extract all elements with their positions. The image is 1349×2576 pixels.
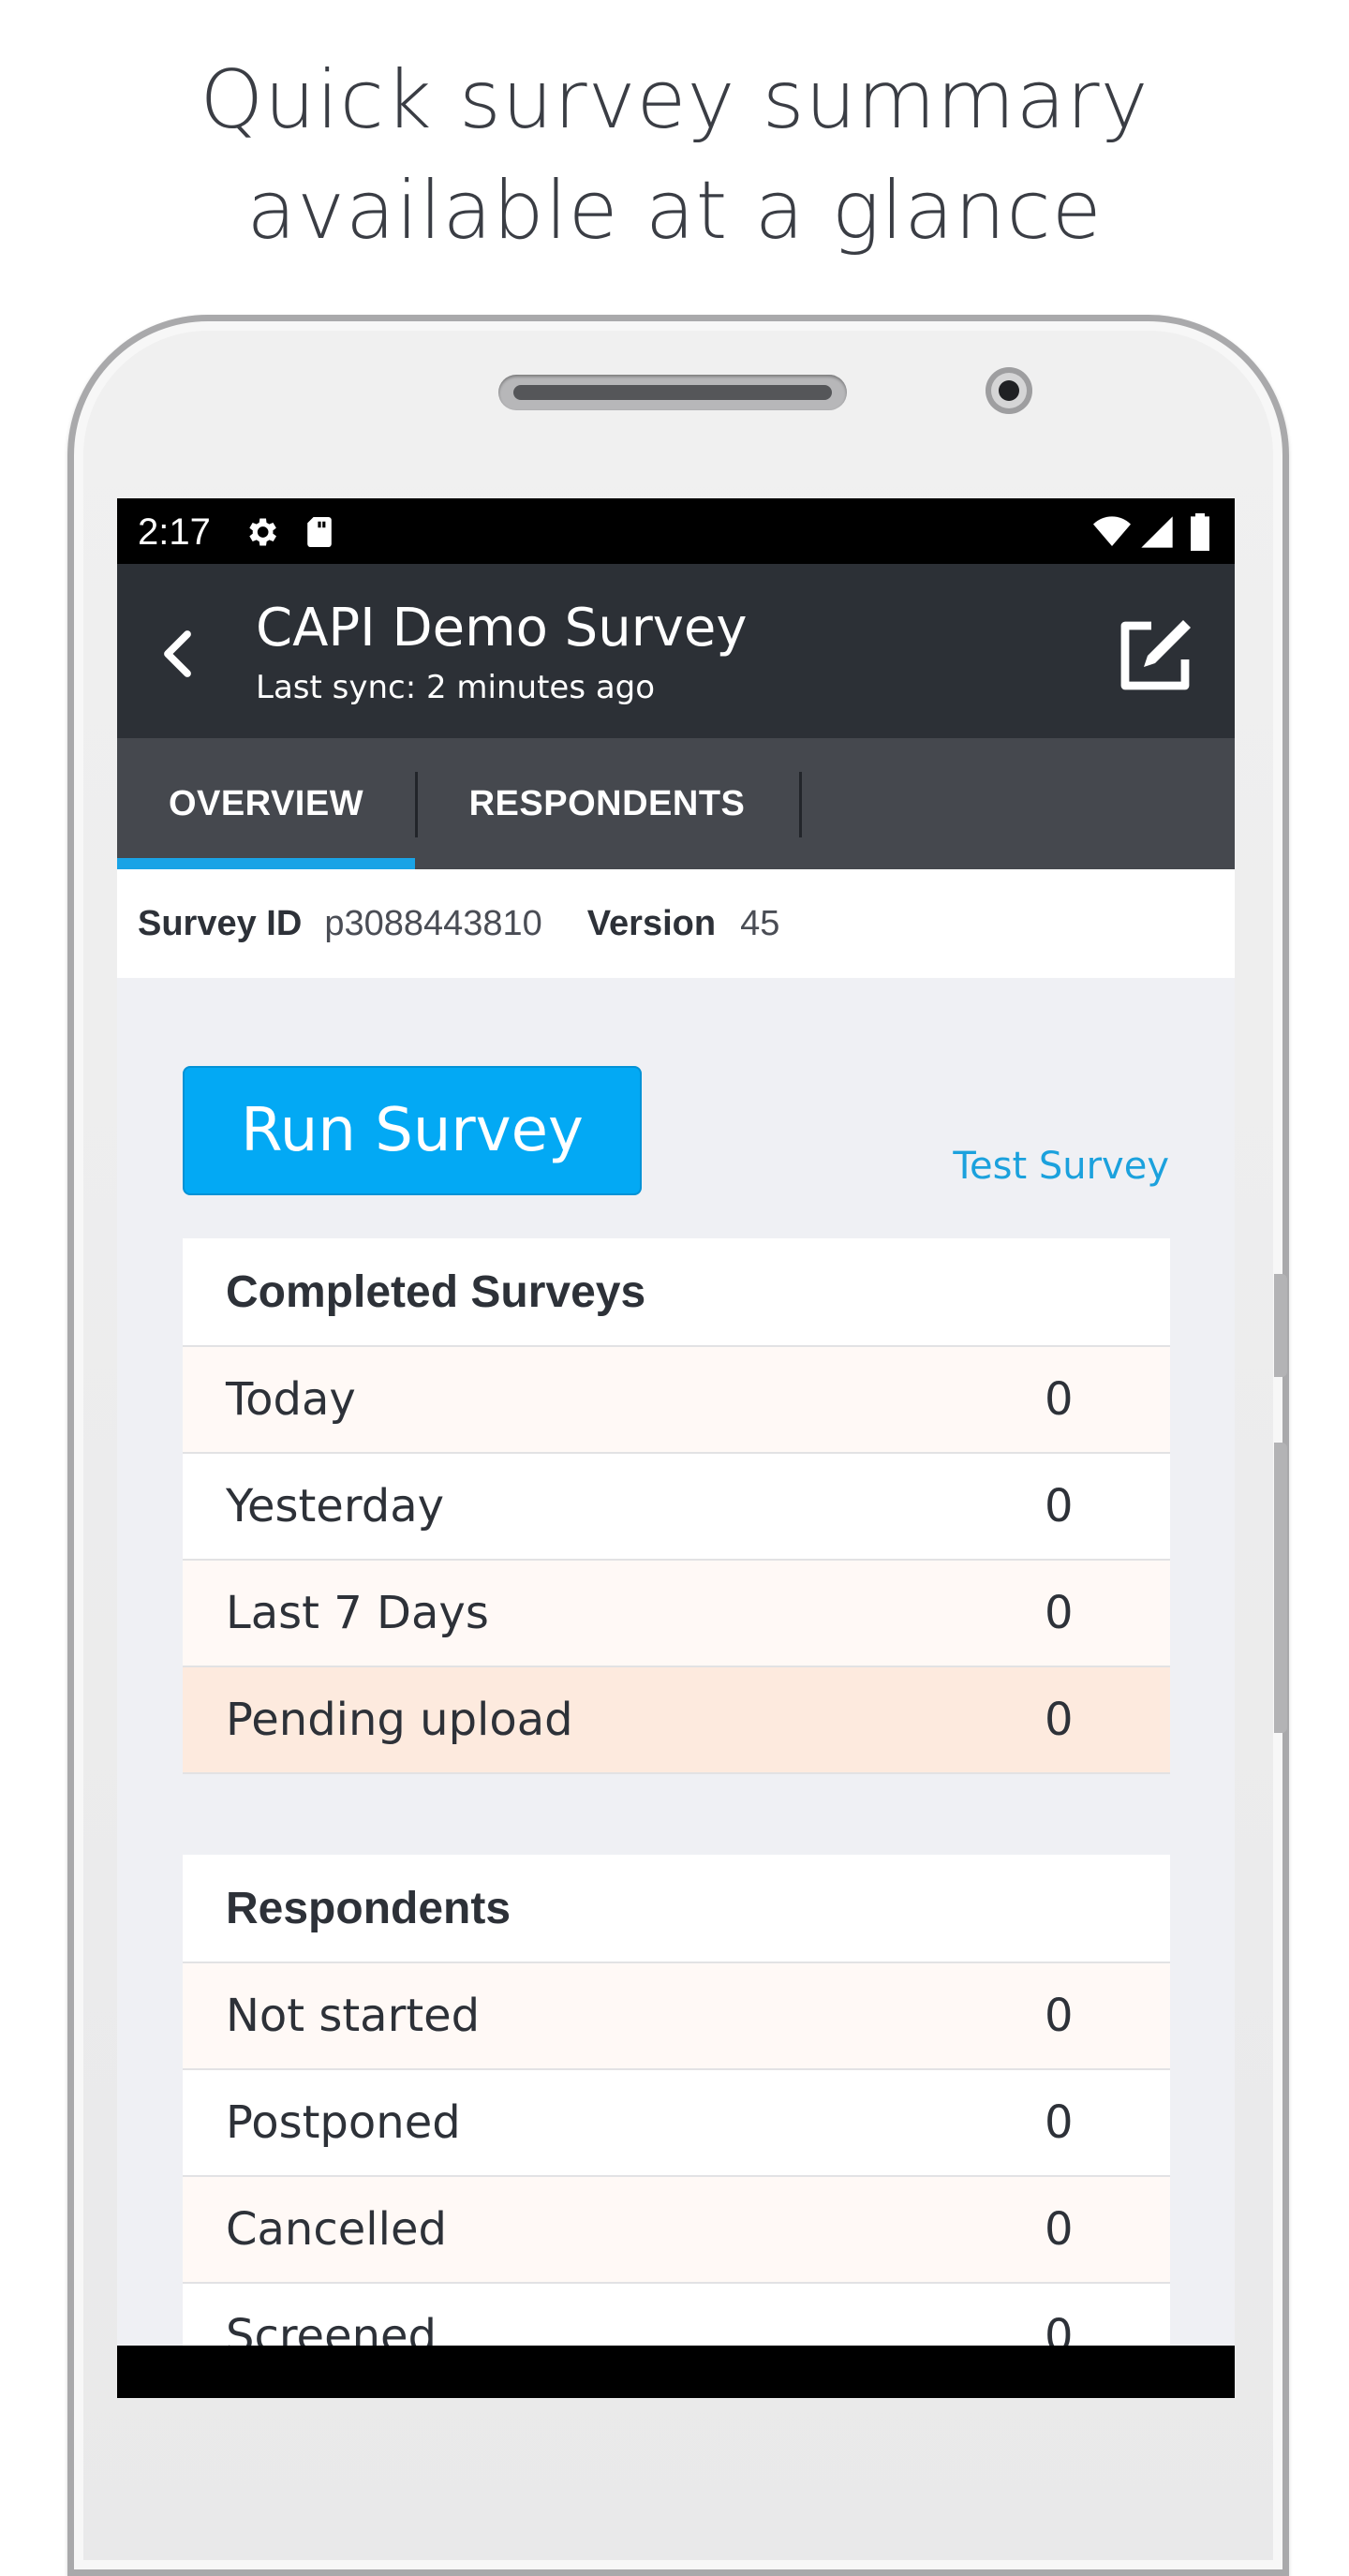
table-row: Not started 0 xyxy=(183,1963,1170,2070)
volume-button xyxy=(1274,1274,1287,1377)
survey-info-bar: Survey ID p3088443810 Version 45 xyxy=(117,869,1235,978)
gear-icon xyxy=(249,518,276,546)
row-label: Last 7 Days xyxy=(226,1587,489,1639)
run-survey-button[interactable]: Run Survey xyxy=(183,1066,642,1195)
version-value: 45 xyxy=(740,903,780,943)
row-value: 0 xyxy=(1045,1373,1074,1426)
respondents-card: Respondents Not started 0 Postponed 0 Ca… xyxy=(183,1855,1170,2391)
respondents-title: Respondents xyxy=(183,1855,1170,1963)
edit-icon[interactable] xyxy=(1110,611,1200,701)
table-row: Cancelled 0 xyxy=(183,2177,1170,2284)
survey-title: CAPI Demo Survey xyxy=(256,598,748,659)
chevron-left-icon[interactable] xyxy=(145,620,213,688)
power-button xyxy=(1274,1443,1287,1733)
row-value: 0 xyxy=(1045,1480,1074,1532)
phone-speaker xyxy=(498,375,847,410)
table-row: Today 0 xyxy=(183,1347,1170,1454)
tab-respondents[interactable]: RESPONDENTS xyxy=(418,738,796,869)
row-label: Today xyxy=(226,1373,356,1426)
sd-card-icon xyxy=(307,517,332,547)
row-value: 0 xyxy=(1045,2203,1074,2256)
status-bar: 2:17 xyxy=(117,498,1235,564)
row-label: Not started xyxy=(226,1990,481,2042)
active-tab-indicator xyxy=(117,858,415,869)
survey-id-value: p3088443810 xyxy=(324,903,542,943)
table-row: Pending upload 0 xyxy=(183,1667,1170,1774)
app-bar: CAPI Demo Survey Last sync: 2 minutes ag… xyxy=(117,564,1235,738)
test-survey-link[interactable]: Test Survey xyxy=(953,1145,1169,1188)
wifi-icon xyxy=(1093,516,1131,546)
tab-bar: OVERVIEW RESPONDENTS xyxy=(117,738,1235,869)
status-time: 2:17 xyxy=(138,511,211,553)
row-value: 0 xyxy=(1045,1990,1074,2042)
table-row: Last 7 Days 0 xyxy=(183,1561,1170,1667)
completed-surveys-card: Completed Surveys Today 0 Yesterday 0 La… xyxy=(183,1238,1170,1774)
row-label: Postponed xyxy=(226,2096,461,2149)
row-value: 0 xyxy=(1045,1587,1074,1639)
battery-icon xyxy=(1191,513,1209,551)
row-label: Yesterday xyxy=(226,1480,445,1532)
row-value: 0 xyxy=(1045,2096,1074,2149)
tab-overview[interactable]: OVERVIEW xyxy=(117,738,415,869)
headline-line-1: Quick survey summary xyxy=(200,53,1149,147)
completed-surveys-title: Completed Surveys xyxy=(183,1238,1170,1347)
version-label: Version xyxy=(586,903,717,943)
tab-divider xyxy=(799,772,802,837)
table-row: Postponed 0 xyxy=(183,2070,1170,2177)
phone-screen: 2:17 CAPI Demo Survey Last sync: 2 minut… xyxy=(117,498,1235,2398)
headline-line-2: available at a glance xyxy=(246,164,1103,258)
marketing-headline: Quick survey summary available at a glan… xyxy=(0,45,1349,266)
row-label: Cancelled xyxy=(226,2203,447,2256)
last-sync-text: Last sync: 2 minutes ago xyxy=(256,669,656,706)
row-value: 0 xyxy=(1045,1694,1074,1746)
table-row: Yesterday 0 xyxy=(183,1454,1170,1561)
row-label: Pending upload xyxy=(226,1694,573,1746)
survey-id-label: Survey ID xyxy=(138,903,303,943)
navigation-bar xyxy=(117,2346,1235,2398)
signal-icon xyxy=(1141,516,1173,548)
phone-camera xyxy=(986,367,1032,414)
